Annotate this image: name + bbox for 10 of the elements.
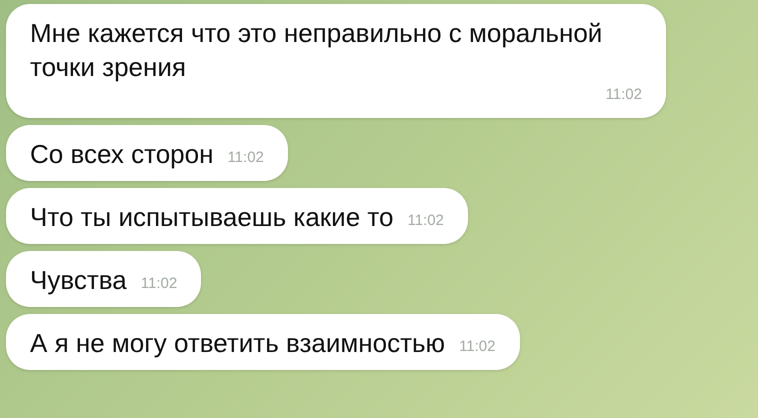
message-time: 11:02 [227, 148, 264, 168]
message-time: 11:02 [606, 85, 642, 105]
message-text: Что ты испытываешь какие то [30, 200, 394, 234]
message-text: Со всех сторон [30, 138, 214, 170]
message-text: А я не могу ответить взаимностью [30, 326, 446, 360]
message-text: Мне кажется что это неправильно с моральной точки зрения [30, 17, 604, 84]
message-text: Чувства [30, 264, 127, 296]
message-time: 11:02 [459, 337, 496, 357]
message-time: 11:02 [407, 211, 444, 231]
message-time: 11:02 [140, 274, 178, 294]
